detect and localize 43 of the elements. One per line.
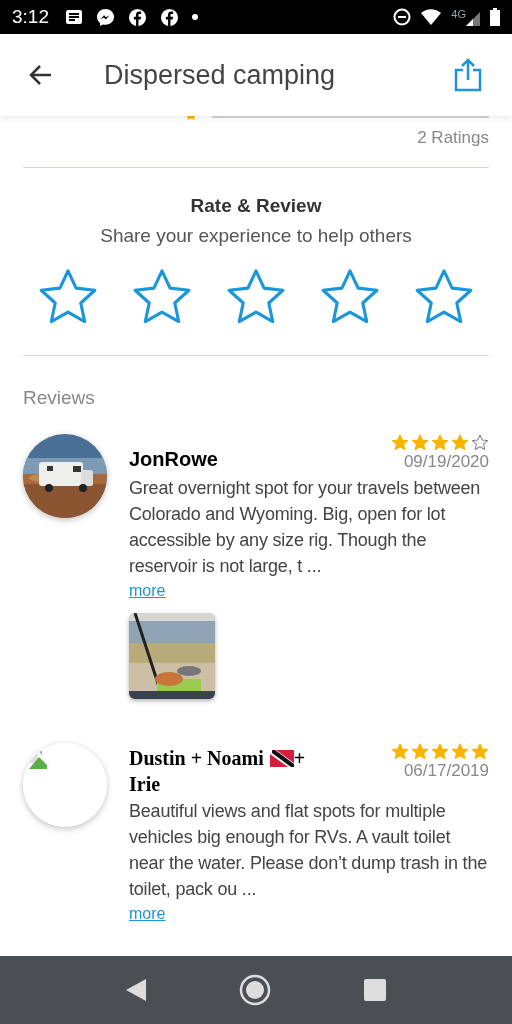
flag-icon [269, 749, 294, 767]
reviewer-name: JonRowe [129, 448, 218, 470]
star-icon [471, 434, 489, 451]
facebook-icon [128, 7, 147, 27]
messenger-icon [96, 7, 115, 27]
section-subtitle: Share your experience to help others [100, 224, 412, 248]
back-nav-icon[interactable] [126, 979, 147, 1001]
do-not-disturb-icon [393, 8, 412, 26]
star-icon [411, 743, 429, 760]
star-icon [431, 743, 449, 760]
reviews-heading: Reviews [23, 385, 96, 410]
review-date: 09/19/2020 [403, 451, 489, 473]
page-title: Dispersed camping [104, 58, 336, 92]
star-icon [451, 743, 469, 760]
star-icon [411, 434, 429, 451]
star-icon [391, 434, 409, 451]
recents-nav-icon[interactable] [363, 979, 386, 1001]
notification-icon [65, 9, 83, 25]
share-button[interactable] [454, 57, 484, 93]
ratings-count: 2 Ratings [417, 127, 489, 149]
battery-icon [490, 8, 500, 26]
more-link[interactable]: more [129, 582, 166, 599]
star-icon [471, 743, 489, 760]
section-title: Rate & Review [190, 193, 322, 218]
review-date: 06/17/2019 [403, 760, 489, 782]
home-nav-icon[interactable] [239, 974, 271, 1006]
reviewer-name: Dustin + Noami [129, 746, 264, 771]
review-text: Great overnight spot for your travels between Colorado and Wyoming. Big, open for lot accessible by any size rig. Though the reservoir is not large, t ... [129, 477, 482, 578]
broken-image-icon [27, 749, 47, 769]
status-time: 3:12 [12, 4, 49, 29]
star-icon [185, 114, 197, 120]
reviewer-name-suffix: + [293, 746, 306, 771]
more-link[interactable]: more [129, 905, 166, 922]
facebook-icon [160, 7, 179, 27]
star-icon [451, 434, 469, 451]
star-icon [431, 434, 449, 451]
star-icon [391, 743, 409, 760]
dot-icon [192, 14, 198, 20]
signal-icon [466, 11, 480, 26]
reviewer-name-line: Irie [129, 773, 161, 795]
network-type: 4G [451, 8, 466, 20]
wifi-icon [421, 9, 442, 25]
review-text: Beautiful views and flat spots for multiple vehicles big enough for RVs. A vault toilet near the water. Please don’t dump trash in the toilet, pack ou ... [129, 800, 489, 901]
